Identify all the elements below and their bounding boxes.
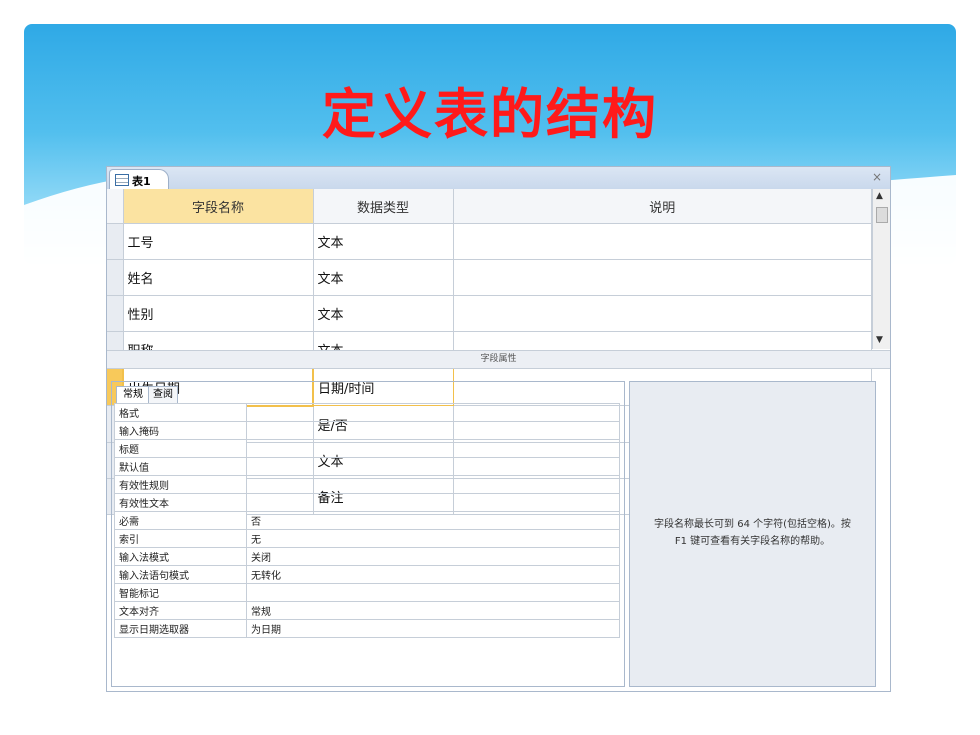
property-name: 格式 <box>114 403 247 422</box>
table-row[interactable]: 姓名 文本 <box>107 259 872 297</box>
row-selector[interactable] <box>107 295 124 333</box>
property-value[interactable]: 关闭 <box>246 547 620 566</box>
table-row[interactable]: 性别 文本 <box>107 295 872 333</box>
column-header-description[interactable]: 说明 <box>453 189 872 225</box>
property-row[interactable]: 默认值 <box>114 457 620 476</box>
property-value[interactable]: 无转化 <box>246 565 620 584</box>
column-header-field-name[interactable]: 字段名称 <box>123 189 314 225</box>
property-value[interactable] <box>246 439 620 458</box>
property-table: 格式 输入掩码 标题 默认值 有效性规则 有效性文本 必需否 索引无 输入法模式… <box>114 403 620 638</box>
field-properties-panel: 常规 查阅 格式 输入掩码 标题 默认值 有效性规则 有效性文本 必需否 索引无… <box>111 381 625 687</box>
property-value[interactable] <box>246 421 620 440</box>
property-value[interactable]: 常规 <box>246 601 620 620</box>
help-text-line-2: F1 键可查看有关字段名称的帮助。 <box>674 536 831 547</box>
property-row[interactable]: 有效性规则 <box>114 475 620 494</box>
scroll-up-icon[interactable]: ▲ <box>876 191 883 201</box>
property-name: 输入掩码 <box>114 421 247 440</box>
property-value[interactable] <box>246 493 620 512</box>
property-value[interactable] <box>246 403 620 422</box>
help-text: 字段名称最长可到 64 个字符(包括空格)。按 F1 键可查看有关字段名称的帮助… <box>636 516 869 550</box>
property-row[interactable]: 格式 <box>114 403 620 422</box>
property-row[interactable]: 输入法模式 关闭 <box>114 547 620 566</box>
property-name: 有效性文本 <box>114 493 247 512</box>
property-row[interactable]: 输入法语句模式 无转化 <box>114 565 620 584</box>
field-name-cell[interactable]: 性别 <box>123 295 314 333</box>
property-name: 输入法模式 <box>114 547 247 566</box>
description-cell[interactable] <box>453 295 872 333</box>
slide-title: 定义表的结构 <box>322 83 658 146</box>
property-value[interactable] <box>246 583 620 602</box>
grid-header-row: 字段名称 数据类型 说明 <box>107 189 872 225</box>
property-row[interactable]: 输入掩码 <box>114 421 620 440</box>
row-selector-header <box>107 189 124 225</box>
data-type-cell[interactable]: 文本 <box>313 223 454 261</box>
property-name: 输入法语句模式 <box>114 565 247 584</box>
property-value[interactable] <box>246 475 620 494</box>
scroll-thumb[interactable] <box>876 207 888 223</box>
property-row[interactable]: 索引无 <box>114 529 620 548</box>
property-row[interactable]: 有效性文本 <box>114 493 620 512</box>
property-value[interactable]: 无 <box>246 529 620 548</box>
property-value[interactable]: 为日期 <box>246 619 620 638</box>
property-row[interactable]: 必需否 <box>114 511 620 530</box>
property-name: 必需 <box>114 511 247 530</box>
property-value[interactable] <box>246 457 620 476</box>
field-properties-header: 字段属性 <box>107 350 890 369</box>
property-name: 文本对齐 <box>114 601 247 620</box>
document-tab-label: 表1 <box>132 175 151 188</box>
property-name: 有效性规则 <box>114 475 247 494</box>
property-value[interactable]: 否 <box>246 511 620 530</box>
help-panel: 字段名称最长可到 64 个字符(包括空格)。按 F1 键可查看有关字段名称的帮助… <box>629 381 876 687</box>
column-header-data-type[interactable]: 数据类型 <box>313 189 454 225</box>
property-name: 显示日期选取器 <box>114 619 247 638</box>
property-row[interactable]: 显示日期选取器 为日期 <box>114 619 620 638</box>
description-cell[interactable] <box>453 259 872 297</box>
row-selector[interactable] <box>107 259 124 297</box>
document-tab[interactable]: 表1 <box>109 169 169 190</box>
table-icon <box>115 174 129 186</box>
property-name: 标题 <box>114 439 247 458</box>
property-name: 智能标记 <box>114 583 247 602</box>
row-selector[interactable] <box>107 223 124 261</box>
table-design-window: 表1 × 字段名称 数据类型 说明 工号文本 姓名文本 性别文本 职称文本 出生… <box>106 166 891 692</box>
field-name-cell[interactable]: 工号 <box>123 223 314 261</box>
tab-general[interactable]: 常规 <box>116 386 150 403</box>
grid-scrollbar[interactable]: ▲ ▼ <box>872 189 890 349</box>
scroll-down-icon[interactable]: ▼ <box>876 335 883 345</box>
close-icon[interactable]: × <box>872 170 882 184</box>
data-type-cell[interactable]: 文本 <box>313 259 454 297</box>
description-cell[interactable] <box>453 223 872 261</box>
field-name-cell[interactable]: 姓名 <box>123 259 314 297</box>
table-row[interactable]: 工号 文本 <box>107 223 872 261</box>
property-row[interactable]: 智能标记 <box>114 583 620 602</box>
property-row[interactable]: 标题 <box>114 439 620 458</box>
document-tab-bar: 表1 × <box>107 167 890 190</box>
data-type-cell[interactable]: 文本 <box>313 295 454 333</box>
help-text-line-1: 字段名称最长可到 64 个字符(包括空格)。按 <box>654 519 851 530</box>
property-name: 索引 <box>114 529 247 548</box>
property-name: 默认值 <box>114 457 247 476</box>
tab-lookup[interactable]: 查阅 <box>148 386 178 403</box>
property-row[interactable]: 文本对齐 常规 <box>114 601 620 620</box>
